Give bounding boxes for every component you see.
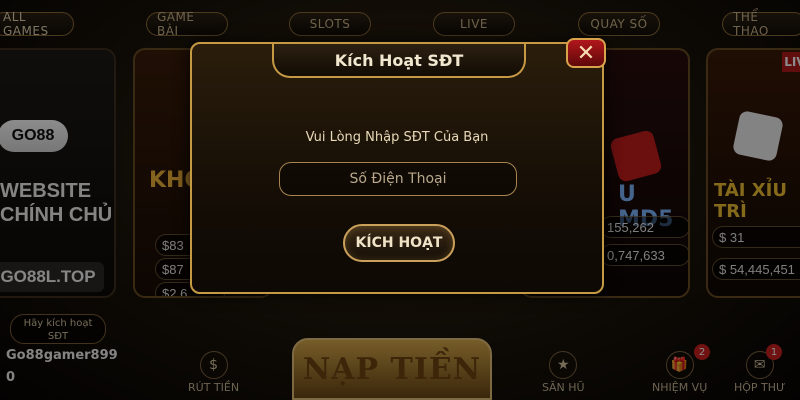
modal-prompt: Vui Lòng Nhập SĐT Của Bạn [305, 130, 489, 145]
close-button[interactable]: ✕ [566, 38, 606, 68]
phone-number-input[interactable] [279, 162, 517, 196]
close-icon: ✕ [576, 40, 596, 66]
activate-phone-modal: Kích Hoạt SĐT ✕ Vui Lòng Nhập SĐT Của Bạ… [190, 38, 606, 294]
activate-button[interactable]: KÍCH HOẠT [343, 224, 455, 262]
modal-title: Kích Hoạt SĐT [334, 50, 464, 70]
modal-title-bar: Kích Hoạt SĐT [272, 44, 526, 78]
